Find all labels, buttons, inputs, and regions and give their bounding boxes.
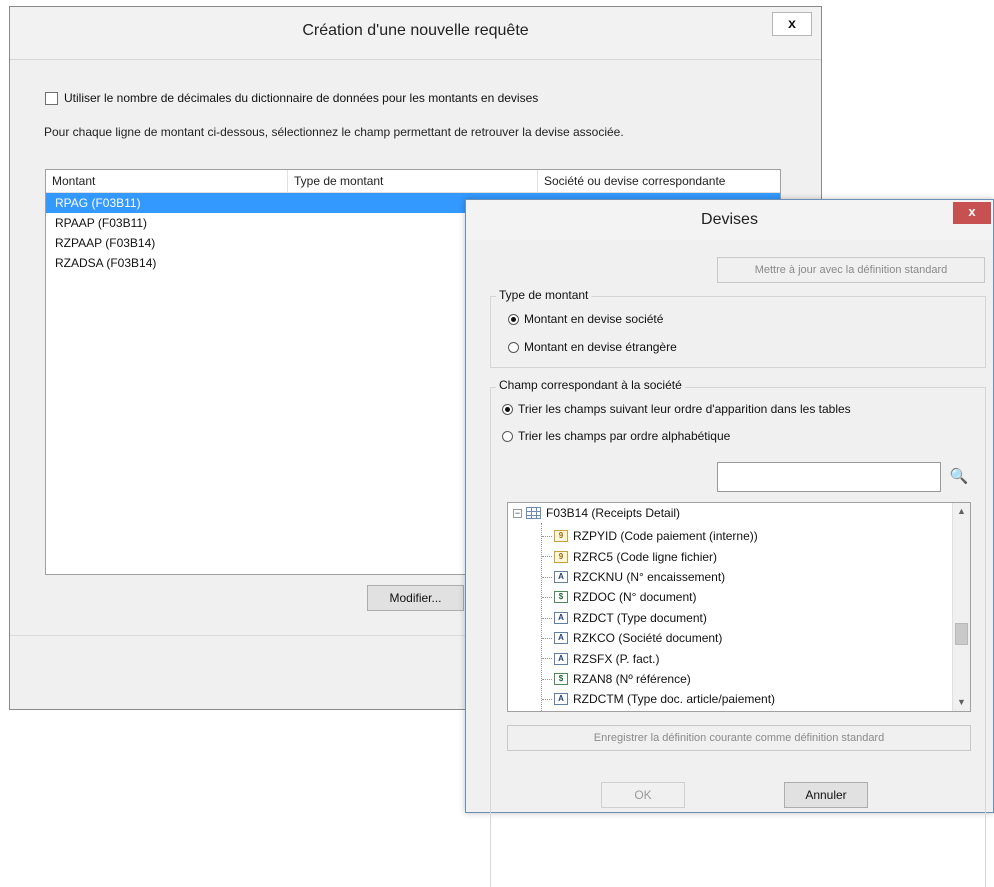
- radio-foreign-currency[interactable]: Montant en devise étrangère: [508, 340, 677, 354]
- radio-sort-table-order[interactable]: Trier les champs suivant leur ordre d'ap…: [502, 402, 851, 416]
- devises-title-bar: Devises x: [466, 200, 993, 240]
- tree-item-label: RZPYID (Code paiement (interne)): [573, 529, 758, 544]
- radio-company-currency-button[interactable]: [508, 313, 519, 325]
- column-header-montant[interactable]: Montant: [46, 170, 288, 192]
- tree-item-label: RZCKNU (N° encaissement): [573, 569, 726, 584]
- alpha-field-icon: A: [554, 632, 568, 645]
- tree-item-label: RZAN8 (Nº référence): [573, 671, 691, 686]
- tree-scrollbar[interactable]: ▲ ▼: [952, 503, 970, 711]
- devises-dialog-title: Devises: [701, 211, 758, 228]
- numeric-field-icon: 9: [554, 550, 568, 563]
- decimals-checkbox-label: Utiliser le nombre de décimales du dicti…: [64, 91, 539, 105]
- numeric-field-icon: 9: [554, 530, 568, 543]
- collapse-icon[interactable]: −: [513, 508, 522, 518]
- tree-item[interactable]: $ RZDOC (N° document): [536, 587, 946, 607]
- radio-sort-alphabetical-label: Trier les champs par ordre alphabétique: [518, 429, 731, 443]
- tree-item-label: RZDCT (Type document): [573, 610, 707, 625]
- column-header-type[interactable]: Type de montant: [288, 170, 538, 192]
- modify-button[interactable]: Modifier...: [367, 585, 464, 611]
- tree-item[interactable]: $ RZAN8 (Nº référence): [536, 669, 946, 689]
- tree-item[interactable]: A RZDCT (Type document): [536, 608, 946, 628]
- radio-company-currency-label: Montant en devise société: [524, 312, 664, 326]
- radio-foreign-currency-button[interactable]: [508, 341, 519, 353]
- amount-list-header: Montant Type de montant Société ou devis…: [46, 170, 780, 193]
- tree-item-label: RZDOC (N° document): [573, 590, 697, 605]
- tree-items: 9 RZPYID (Code paiement (interne)) 9 RZRC5…: [536, 526, 946, 710]
- radio-sort-alphabetical-button[interactable]: [502, 430, 513, 442]
- company-field-group-title: Champ correspondant à la société: [496, 378, 685, 392]
- column-header-devise[interactable]: Société ou devise correspondante: [538, 170, 780, 192]
- tree-item-label: RZDCTM (Type doc. article/paiement): [573, 692, 776, 707]
- tree-item[interactable]: A RZSFX (P. fact.): [536, 648, 946, 668]
- amount-type-group-title: Type de montant: [496, 288, 592, 302]
- ok-button[interactable]: OK: [601, 782, 685, 808]
- tree-item-label: RZKCO (Société document): [573, 631, 723, 646]
- instruction-text: Pour chaque ligne de montant ci-dessous,…: [44, 125, 624, 139]
- alpha-field-icon: A: [554, 693, 568, 706]
- binoculars-icon[interactable]: 🔍: [946, 464, 972, 490]
- tree-item[interactable]: 9 RZRC5 (Code ligne fichier): [536, 546, 946, 566]
- field-search-input[interactable]: [717, 462, 941, 492]
- amount-type-group: [490, 296, 986, 368]
- scroll-up-icon[interactable]: ▲: [953, 503, 970, 520]
- main-window-title: Création d'une nouvelle requête: [302, 22, 529, 39]
- decimals-checkbox-row[interactable]: Utiliser le nombre de décimales du dicti…: [45, 91, 538, 105]
- main-close-button[interactable]: x: [772, 12, 812, 36]
- tree-root-label: F03B14 (Receipts Detail): [546, 506, 681, 520]
- table-icon: [526, 507, 541, 519]
- tree-item-label: RZRC5 (Code ligne fichier): [573, 549, 718, 564]
- scroll-thumb[interactable]: [955, 623, 968, 645]
- alpha-field-icon: A: [554, 570, 568, 583]
- decimal-field-icon: $: [554, 591, 568, 604]
- tree-item[interactable]: A RZDCTM (Type doc. article/paiement): [536, 689, 946, 709]
- tree-item-label: RZSFX (P. fact.): [573, 651, 660, 666]
- tree-item[interactable]: A RZCKNU (N° encaissement): [536, 567, 946, 587]
- decimals-checkbox[interactable]: [45, 91, 58, 105]
- update-standard-button[interactable]: Mettre à jour avec la définition standar…: [717, 257, 985, 283]
- tree-item[interactable]: A RZKCO (Société document): [536, 628, 946, 648]
- scroll-down-icon[interactable]: ▼: [953, 694, 970, 711]
- radio-foreign-currency-label: Montant en devise étrangère: [524, 340, 677, 354]
- alpha-field-icon: A: [554, 652, 568, 665]
- radio-company-currency[interactable]: Montant en devise société: [508, 312, 663, 326]
- radio-sort-table-order-label: Trier les champs suivant leur ordre d'ap…: [518, 402, 851, 416]
- radio-sort-table-order-button[interactable]: [502, 403, 513, 415]
- decimal-field-icon: $: [554, 672, 568, 685]
- main-title-bar: Création d'une nouvelle requête x: [10, 7, 821, 60]
- save-standard-button[interactable]: Enregistrer la définition courante comme…: [507, 725, 971, 751]
- field-tree[interactable]: − F03B14 (Receipts Detail) 9 RZPYID (Code…: [507, 502, 971, 712]
- tree-item[interactable]: 9 RZPYID (Code paiement (interne)): [536, 526, 946, 546]
- cancel-button[interactable]: Annuler: [784, 782, 868, 808]
- alpha-field-icon: A: [554, 611, 568, 624]
- radio-sort-alphabetical[interactable]: Trier les champs par ordre alphabétique: [502, 429, 730, 443]
- tree-root-node[interactable]: − F03B14 (Receipts Detail): [513, 506, 680, 520]
- devises-close-button[interactable]: x: [953, 202, 991, 224]
- devises-dialog: Devises x Mettre à jour avec la définiti…: [465, 199, 994, 887]
